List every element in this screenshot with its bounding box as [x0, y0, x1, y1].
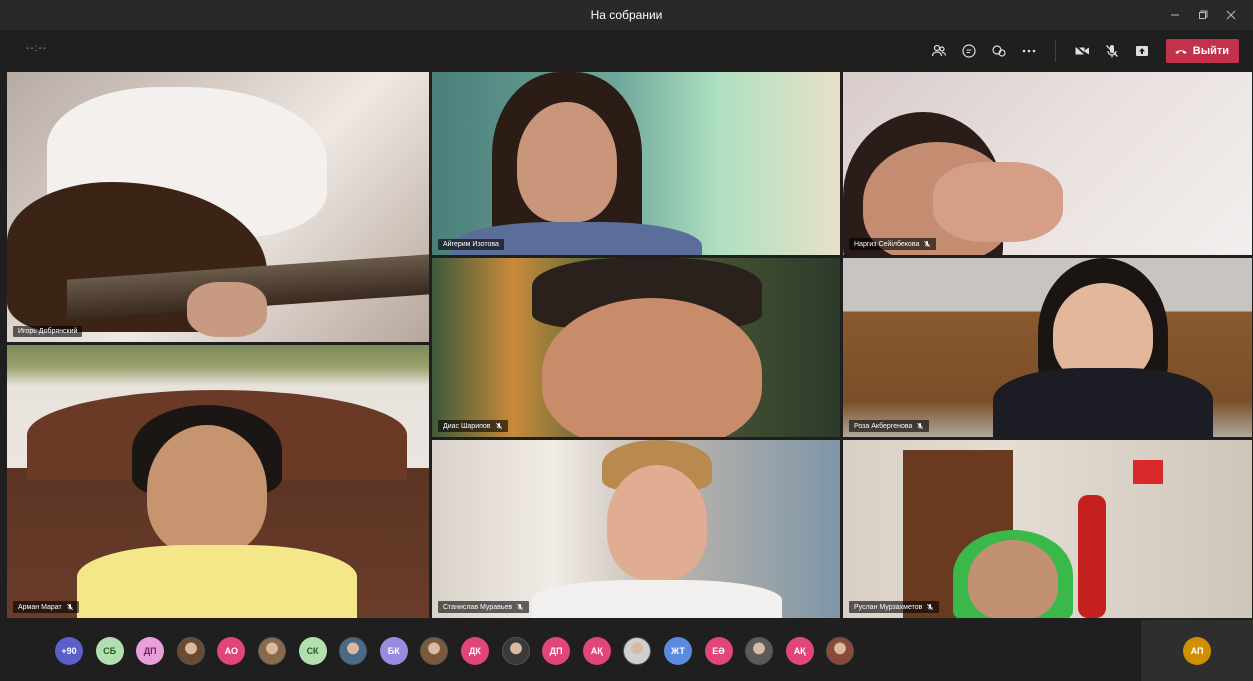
participant-avatar[interactable] [339, 636, 368, 665]
video-grid: Игорь Добрянский Айгерим Изотова Наргиз … [7, 72, 1252, 618]
video-tile[interactable]: Айгерим Изотова [432, 72, 840, 255]
participant-name-tag: Арман Марат [13, 601, 79, 613]
toolbar-divider [1054, 40, 1056, 62]
mic-off-icon [916, 422, 924, 430]
participant-avatar[interactable] [257, 636, 286, 665]
participant-name-tag: Игорь Добрянский [13, 326, 83, 337]
participant-avatar[interactable] [420, 636, 449, 665]
mic-toggle-button[interactable] [1100, 39, 1124, 63]
video-feed [607, 465, 707, 580]
more-participants-badge[interactable]: +90 [55, 636, 83, 665]
participant-name: Диас Шарипов [443, 422, 491, 430]
participant-avatar[interactable] [826, 636, 855, 665]
leave-label: Выйти [1192, 45, 1229, 57]
video-tile[interactable]: Станислав Муравьев [432, 440, 840, 618]
self-preview[interactable]: АП [1141, 620, 1253, 681]
video-feed [187, 282, 267, 337]
participant-name-tag: Диас Шарипов [438, 420, 508, 432]
restore-icon [1199, 10, 1208, 19]
participant-avatar[interactable]: ЖТ [663, 636, 692, 665]
participant-name-tag: Станислав Муравьев [438, 601, 530, 613]
mic-off-icon [495, 422, 503, 430]
minimize-icon [1171, 14, 1179, 16]
share-content-button[interactable] [1130, 39, 1154, 63]
more-actions-button[interactable] [1017, 39, 1041, 63]
hang-up-icon [1175, 50, 1187, 54]
close-icon [1226, 10, 1236, 20]
participant-avatar[interactable] [623, 636, 652, 665]
participant-avatar[interactable] [745, 636, 774, 665]
mic-off-icon [923, 240, 931, 248]
meeting-controls: Выйти [927, 30, 1239, 72]
self-avatar: АП [1183, 636, 1211, 665]
participant-name-tag: Руслан Мурзахметов [849, 601, 940, 613]
participant-name: Наргиз Сейілбекова [854, 240, 920, 248]
video-feed [968, 540, 1058, 618]
video-feed [993, 368, 1213, 437]
reactions-button[interactable] [987, 39, 1011, 63]
participant-avatar[interactable] [501, 636, 530, 665]
reactions-icon [992, 45, 1006, 57]
camera-off-icon [1074, 44, 1089, 58]
video-feed [77, 545, 357, 618]
participant-name-tag: Наргиз Сейілбекова [849, 238, 937, 250]
video-tile[interactable]: Наргиз Сейілбекова [843, 72, 1252, 255]
participant-name: Арман Марат [18, 603, 62, 611]
participant-name-tag: Айгерим Изотова [438, 239, 504, 250]
participant-avatar[interactable]: АҚ [582, 636, 611, 665]
mic-off-icon [516, 603, 524, 611]
video-feed [517, 102, 617, 222]
meeting-timer: --:-- [26, 43, 48, 54]
participant-avatar[interactable]: ДП [542, 636, 571, 665]
participant-avatar[interactable]: ДК [460, 636, 489, 665]
share-screen-icon [1135, 46, 1148, 56]
participant-avatar[interactable]: ДП [136, 636, 165, 665]
participant-name: Роза Акбергенова [854, 422, 913, 430]
participant-avatar[interactable]: ЕӘ [704, 636, 733, 665]
participants-icon [931, 44, 946, 57]
participant-name: Игорь Добрянский [18, 328, 78, 335]
participant-avatar[interactable]: СК [298, 636, 327, 665]
camera-toggle-button[interactable] [1070, 39, 1094, 63]
participant-avatar[interactable]: АО [217, 636, 246, 665]
video-feed [1078, 495, 1106, 618]
mic-off-icon [66, 603, 74, 611]
show-chat-button[interactable] [957, 39, 981, 63]
video-feed [933, 162, 1063, 242]
leave-button[interactable]: Выйти [1165, 39, 1239, 63]
participant-name: Станислав Муравьев [443, 603, 513, 611]
participant-avatar[interactable]: СБ [95, 636, 124, 665]
more-icon [1022, 49, 1036, 53]
title-bar: На собрании [0, 0, 1253, 30]
show-participants-button[interactable] [927, 39, 951, 63]
participant-name: Айгерим Изотова [443, 241, 499, 248]
maximize-button[interactable] [1189, 0, 1217, 30]
video-feed [532, 580, 782, 618]
close-button[interactable] [1217, 0, 1245, 30]
participant-name: Руслан Мурзахметов [854, 603, 923, 611]
participant-roster: +90 СБ ДП АО СК БК ДК ДП АҚ ЖТ ЕӘ АҚ [0, 620, 1253, 681]
video-feed [1133, 460, 1163, 484]
participant-avatar[interactable]: АҚ [785, 636, 814, 665]
meeting-toolbar: --:-- Выйти [0, 30, 1253, 72]
roster-avatars: +90 СБ ДП АО СК БК ДК ДП АҚ ЖТ ЕӘ АҚ [55, 620, 855, 681]
video-tile[interactable]: Игорь Добрянский [7, 72, 429, 342]
window-title: На собрании [590, 8, 663, 22]
video-tile[interactable]: Арман Марат [7, 345, 429, 618]
participant-avatar[interactable]: БК [379, 636, 408, 665]
video-feed [542, 298, 762, 437]
video-tile[interactable]: Руслан Мурзахметов [843, 440, 1252, 618]
participant-name-tag: Роза Акбергенова [849, 420, 930, 432]
video-tile[interactable]: Диас Шарипов [432, 258, 840, 437]
minimize-button[interactable] [1161, 0, 1189, 30]
mic-off-icon [1105, 45, 1118, 58]
participant-avatar[interactable] [176, 636, 205, 665]
video-tile[interactable]: Роза Акбергенова [843, 258, 1252, 437]
mic-off-icon [926, 603, 934, 611]
window-controls [1161, 0, 1245, 30]
chat-icon [962, 44, 976, 58]
video-feed [147, 425, 267, 555]
